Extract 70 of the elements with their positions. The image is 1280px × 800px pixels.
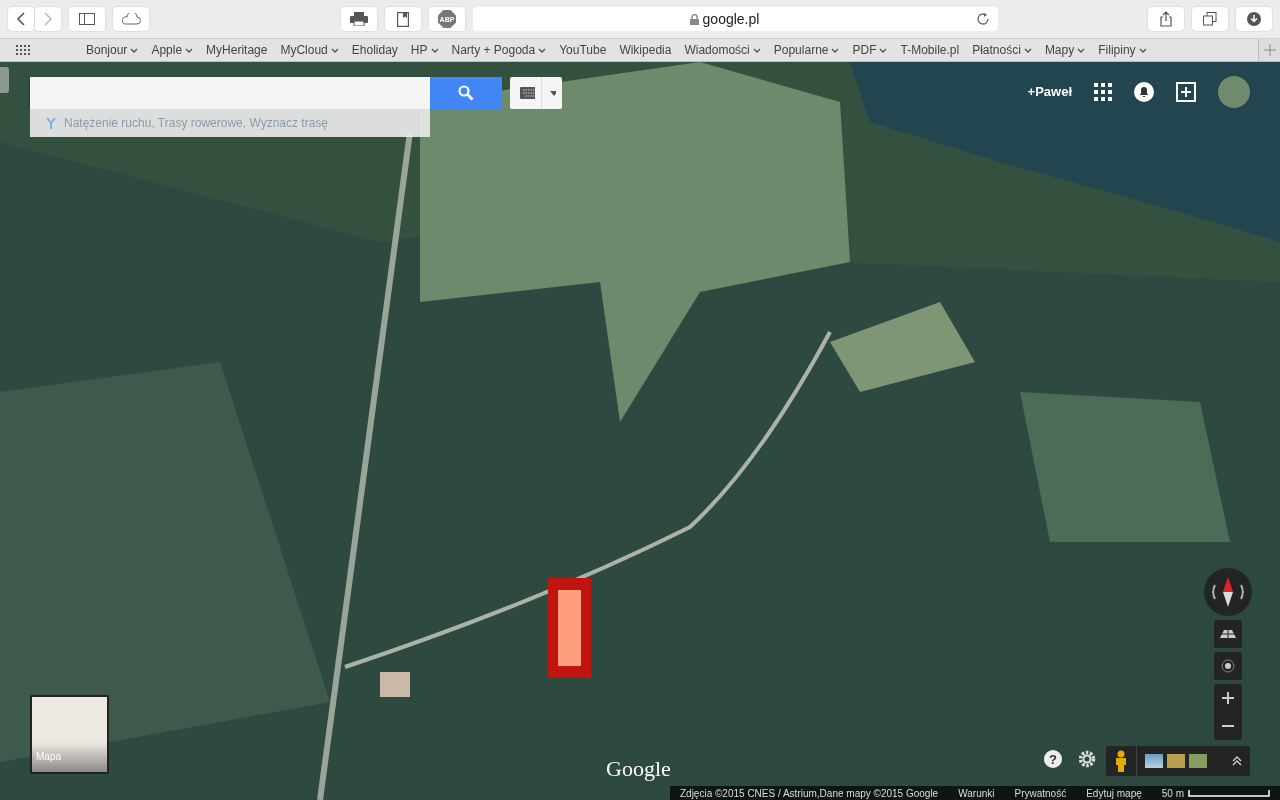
reader-button[interactable] (385, 7, 421, 31)
share-icon (1160, 11, 1172, 27)
printer-icon (350, 12, 368, 26)
grid-icon[interactable] (16, 45, 30, 55)
back-button[interactable] (8, 7, 34, 31)
bookmark-folder[interactable]: Bonjour (80, 41, 145, 59)
google-logo: Google (606, 755, 671, 783)
help-icon[interactable]: ? (1044, 750, 1062, 768)
expand-icon[interactable] (1232, 756, 1242, 766)
bookmark-folder[interactable]: Apple (145, 41, 200, 59)
user-name-link[interactable]: +Paweł (1027, 82, 1072, 102)
fork-icon (46, 117, 56, 129)
bookmark-link[interactable]: MyHeritage (200, 41, 274, 59)
caret-icon (550, 90, 556, 96)
search-button[interactable] (430, 77, 502, 109)
bookmark-folder[interactable]: MyCloud (274, 41, 345, 59)
imagery-thumbnail[interactable] (1145, 754, 1163, 768)
map-type-label: Mapa (36, 750, 62, 764)
keyboard-button[interactable] (510, 77, 562, 109)
reload-icon[interactable] (976, 12, 990, 26)
scale-bar-icon (1188, 789, 1270, 797)
bookmark-link[interactable]: Eholiday (345, 41, 404, 59)
location-icon (1221, 659, 1235, 673)
address-field[interactable]: google.pl (473, 7, 998, 31)
scale-label: 50 m (1161, 786, 1184, 800)
footer-link[interactable]: Prywatność (1014, 785, 1067, 800)
apps-grid-icon[interactable] (1094, 83, 1112, 101)
imagery-thumbnail[interactable] (1167, 754, 1185, 768)
pegman-icon[interactable] (1114, 750, 1128, 772)
bookmark-folder[interactable]: Wiadomości (678, 41, 767, 59)
bookmark-link[interactable]: YouTube (553, 41, 613, 59)
add-post-icon[interactable] (1176, 82, 1196, 102)
footer-link[interactable]: Edytuj mapę (1086, 785, 1142, 800)
bookmark-folder[interactable]: PDF (846, 41, 894, 59)
panel-toggle[interactable] (0, 67, 9, 93)
tabs-button[interactable] (1192, 7, 1228, 31)
download-icon (1247, 12, 1261, 26)
bookmark-link[interactable]: T-Mobile.pl (894, 41, 966, 59)
bookmark-link[interactable]: Wikipedia (613, 41, 678, 59)
my-location-button[interactable] (1214, 652, 1242, 680)
bookmark-folder[interactable]: Filipiny (1092, 41, 1153, 59)
sidebar-button[interactable] (69, 7, 105, 31)
tabs-icon (1203, 12, 1217, 26)
attribution-text: Zdjęcia ©2015 CNES / Astrium,Dane mapy ©2015 Google (679, 786, 939, 800)
cloud-button[interactable] (113, 7, 149, 31)
back-icon (16, 12, 26, 26)
footer-link[interactable]: Warunki (958, 785, 995, 800)
bookmark-folder[interactable]: Narty + Pogoda (445, 41, 553, 59)
bell-icon[interactable] (1134, 82, 1154, 102)
plus-icon (1263, 44, 1276, 56)
bookmark-folder[interactable]: HP (404, 41, 445, 59)
print-button[interactable] (341, 7, 377, 31)
tilt-button[interactable] (1214, 620, 1242, 648)
forward-icon (43, 12, 53, 26)
plus-icon (1222, 692, 1234, 704)
tilt-icon (1220, 630, 1236, 638)
keyboard-icon (520, 87, 535, 99)
bookmark-folder[interactable]: Płatności (966, 41, 1038, 59)
lock-icon (689, 13, 699, 25)
sidebar-icon (79, 13, 95, 25)
imagery-thumbnail[interactable] (1189, 754, 1207, 768)
cloud-icon (121, 13, 141, 25)
search-icon (458, 85, 474, 101)
bookmark-folder[interactable]: Mapy (1038, 41, 1092, 59)
book-icon (397, 11, 409, 27)
download-button[interactable] (1236, 7, 1272, 31)
bookmark-folder[interactable]: Popularne (767, 41, 846, 59)
settings-icon[interactable] (1078, 750, 1096, 768)
share-button[interactable] (1148, 7, 1184, 31)
search-field[interactable] (30, 77, 430, 109)
